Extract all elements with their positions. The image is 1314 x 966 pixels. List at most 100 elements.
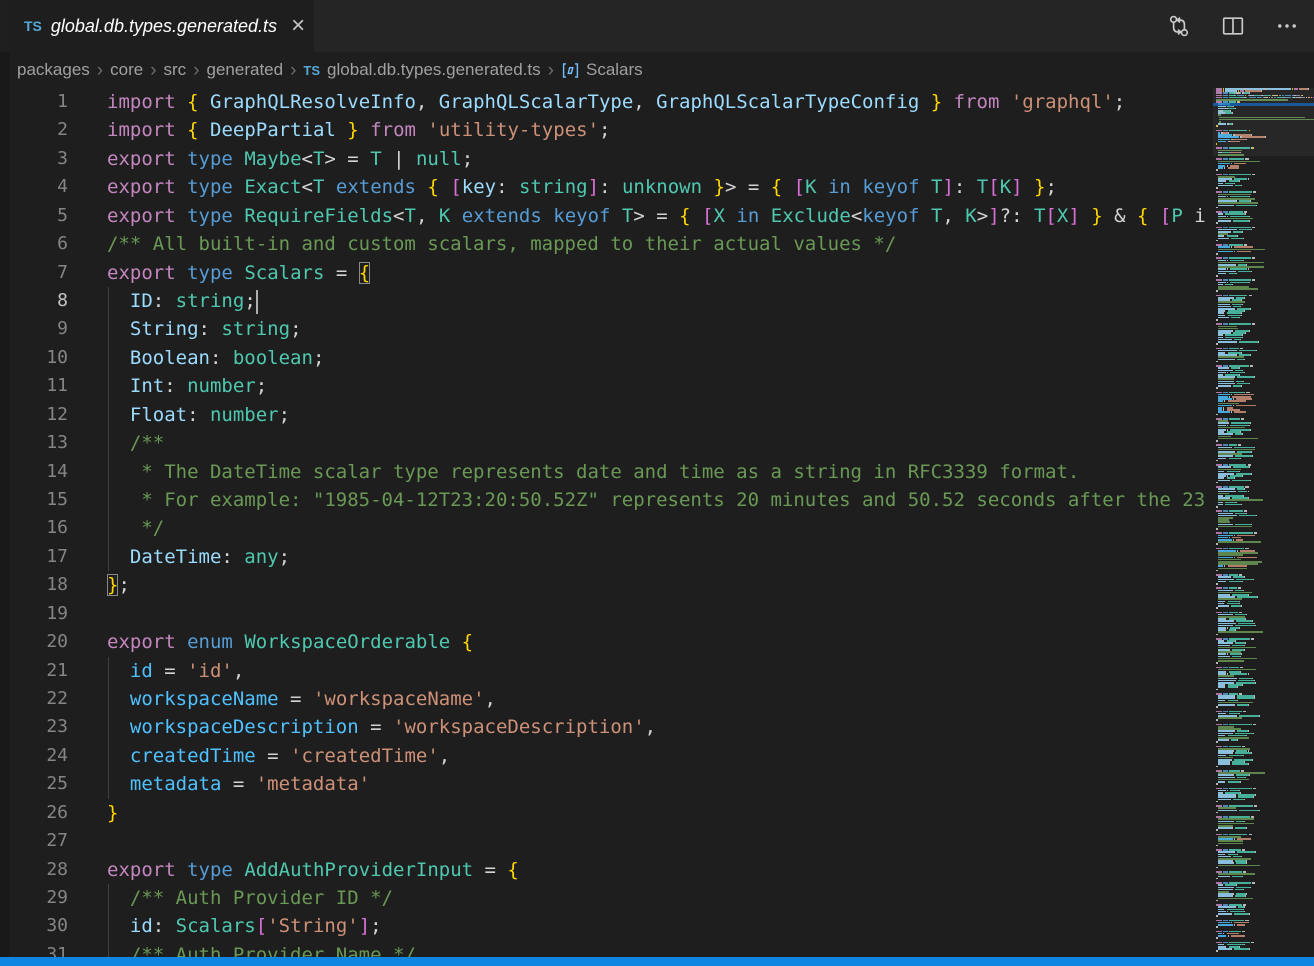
line-number[interactable]: 15: [0, 486, 68, 514]
line-number[interactable]: 13: [0, 429, 68, 457]
line-number[interactable]: 7: [0, 259, 68, 287]
line-number[interactable]: 11: [0, 372, 68, 400]
breadcrumb-item-generated[interactable]: generated: [207, 60, 284, 80]
code-line[interactable]: 10 Boolean: boolean;: [0, 344, 1314, 373]
minimap-line: [1216, 867, 1314, 869]
breadcrumb-item-packages[interactable]: packages: [17, 60, 90, 80]
minimap-line: [1216, 240, 1314, 242]
code-line[interactable]: 29 /** Auth Provider ID */: [0, 884, 1314, 913]
line-number[interactable]: 20: [0, 628, 68, 656]
minimap-line: [1216, 926, 1314, 928]
code-line-content: ID: string;: [107, 287, 258, 315]
code-line[interactable]: 9 String: string;: [0, 315, 1314, 344]
code-line[interactable]: 13 /**: [0, 429, 1314, 458]
code-line[interactable]: 17 DateTime: any;: [0, 543, 1314, 572]
code-line[interactable]: 6/** All built-in and custom scalars, ma…: [0, 230, 1314, 259]
code-line[interactable]: 15 * For example: "1985-04-12T23:20:50.5…: [0, 486, 1314, 515]
line-number[interactable]: 19: [0, 600, 68, 628]
line-number[interactable]: 21: [0, 657, 68, 685]
minimap-line: [1216, 343, 1314, 345]
line-number[interactable]: 28: [0, 856, 68, 884]
code-line[interactable]: 18};: [0, 571, 1314, 600]
code-line[interactable]: 8 ID: string;: [0, 287, 1314, 316]
line-number[interactable]: 22: [0, 685, 68, 713]
line-number[interactable]: 29: [0, 884, 68, 912]
line-number[interactable]: 10: [0, 344, 68, 372]
code-line[interactable]: 28export type AddAuthProviderInput = {: [0, 856, 1314, 885]
code-line[interactable]: 19: [0, 600, 1314, 629]
typescript-file-icon: TS: [303, 63, 320, 78]
code-line[interactable]: 5 export type RequireFields<T, K extends …: [0, 202, 1314, 231]
code-line-content: Int: number;: [107, 372, 267, 400]
code-editor[interactable]: 1 import { GraphQLResolveInfo, GraphQLSca…: [0, 88, 1314, 957]
code-line-content: Float: number;: [107, 401, 290, 429]
line-number[interactable]: 6: [0, 230, 68, 258]
line-number[interactable]: 24: [0, 742, 68, 770]
code-line-content: };: [107, 571, 130, 599]
split-editor-icon[interactable]: [1220, 13, 1246, 39]
line-number[interactable]: 2: [0, 116, 68, 144]
code-line[interactable]: 4export type Exact<T extends { [key: str…: [0, 173, 1314, 202]
minimap[interactable]: [1213, 88, 1314, 957]
line-number[interactable]: 14: [0, 458, 68, 486]
code-line-content: */: [107, 514, 164, 542]
code-line[interactable]: 26}: [0, 799, 1314, 828]
code-line[interactable]: 11 Int: number;: [0, 372, 1314, 401]
close-tab-icon[interactable]: ×: [291, 16, 305, 36]
line-number[interactable]: 8: [0, 287, 68, 315]
minimap-line: [1216, 915, 1314, 917]
code-line[interactable]: 14 * The DateTime scalar type represents…: [0, 458, 1314, 487]
line-number[interactable]: 17: [0, 543, 68, 571]
code-line[interactable]: 22 workspaceName = 'workspaceName',: [0, 685, 1314, 714]
line-number[interactable]: 18: [0, 571, 68, 599]
code-line[interactable]: 21 id = 'id',: [0, 657, 1314, 686]
code-line[interactable]: 31 /** Auth Provider Name */: [0, 941, 1314, 957]
breadcrumb-item-file[interactable]: global.db.types.generated.ts: [327, 60, 541, 80]
code-line[interactable]: 16 */: [0, 514, 1314, 543]
line-number[interactable]: 12: [0, 401, 68, 429]
code-line-content: export type RequireFields<T, K extends k…: [107, 202, 1206, 230]
minimap-line: [1216, 319, 1314, 321]
code-line-content: metadata = 'metadata': [107, 770, 370, 798]
code-line[interactable]: 23 workspaceDescription = 'workspaceDesc…: [0, 713, 1314, 742]
line-number[interactable]: 23: [0, 713, 68, 741]
more-actions-icon[interactable]: [1274, 13, 1300, 39]
line-number[interactable]: 31: [0, 941, 68, 957]
chevron-right-icon: ›: [90, 61, 110, 80]
code-line-content: import { GraphQLResolveInfo, GraphQLScal…: [107, 88, 1125, 116]
breadcrumb-item-core[interactable]: core: [110, 60, 143, 80]
code-line[interactable]: 7export type Scalars = {: [0, 259, 1314, 288]
line-number[interactable]: 27: [0, 827, 68, 855]
code-line[interactable]: 3export type Maybe<T> = T | null;: [0, 145, 1314, 174]
minimap-line: [1216, 506, 1314, 508]
open-changes-icon[interactable]: [1166, 13, 1192, 39]
minimap-viewport[interactable]: [1213, 88, 1314, 156]
minimap-line: [1216, 460, 1314, 462]
code-line[interactable]: 30 id: Scalars['String'];: [0, 912, 1314, 941]
code-line[interactable]: 25 metadata = 'metadata': [0, 770, 1314, 799]
minimap-line: [1216, 290, 1314, 292]
typescript-file-icon: TS: [24, 18, 42, 34]
line-number[interactable]: 26: [0, 799, 68, 827]
tab-title: global.db.types.generated.ts: [51, 16, 277, 37]
tab-global-db-types[interactable]: TS global.db.types.generated.ts ×: [10, 0, 314, 52]
code-line[interactable]: 12 Float: number;: [0, 401, 1314, 430]
breadcrumb-item-symbol[interactable]: Scalars: [586, 60, 643, 80]
line-number[interactable]: 16: [0, 514, 68, 542]
code-line[interactable]: 1 import { GraphQLResolveInfo, GraphQLSca…: [0, 88, 1314, 117]
line-number[interactable]: 25: [0, 770, 68, 798]
line-number[interactable]: 5: [0, 202, 68, 230]
minimap-line: [1216, 543, 1314, 545]
code-line[interactable]: 24 createdTime = 'createdTime',: [0, 742, 1314, 771]
code-line[interactable]: 27: [0, 827, 1314, 856]
code-line-content: /**: [107, 429, 164, 457]
code-line[interactable]: 2import { DeepPartial } from 'utility-ty…: [0, 116, 1314, 145]
code-line[interactable]: 20export enum WorkspaceOrderable {: [0, 628, 1314, 657]
line-number[interactable]: 30: [0, 912, 68, 940]
line-number[interactable]: 3: [0, 145, 68, 173]
line-number[interactable]: 9: [0, 315, 68, 343]
line-number[interactable]: 1: [0, 88, 68, 116]
code-line-content: }: [107, 799, 118, 827]
breadcrumb-item-src[interactable]: src: [164, 60, 187, 80]
line-number[interactable]: 4: [0, 173, 68, 201]
